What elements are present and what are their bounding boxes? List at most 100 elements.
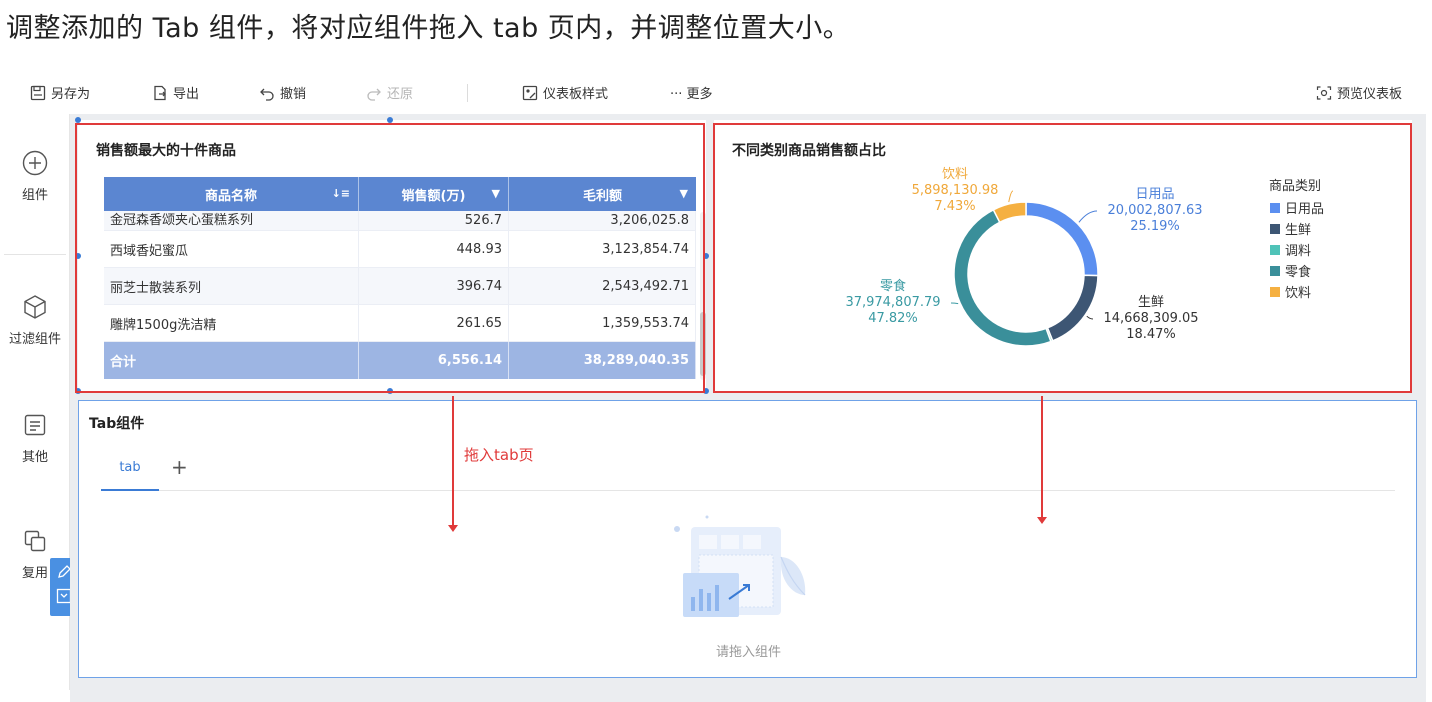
cell-name: 金冠森香颂夹心蛋糕系列 bbox=[104, 211, 359, 230]
empty-illustration-icon bbox=[674, 515, 806, 617]
cell-sales: 526.7 bbox=[359, 211, 509, 230]
export-label: 导出 bbox=[173, 87, 200, 102]
donut-label-value: 37,974,807.79 bbox=[845, 295, 941, 310]
donut-label-percent: 18.47% bbox=[1126, 327, 1176, 342]
donut-label-category: 零食 bbox=[879, 279, 906, 294]
total-label: 合计 bbox=[104, 342, 359, 379]
donut-label-percent: 47.82% bbox=[868, 311, 918, 326]
table-row[interactable]: 西域香妃蜜瓜 448.93 3,123,854.74 bbox=[104, 231, 696, 268]
cell-name: 丽芝士散装系列 bbox=[104, 268, 359, 304]
legend-label: 生鲜 bbox=[1285, 223, 1312, 238]
table-widget-title: 销售额最大的十件商品 bbox=[96, 143, 236, 159]
donut-label-percent: 25.19% bbox=[1130, 219, 1180, 234]
sort-icon[interactable]: ↓≡ bbox=[332, 187, 350, 200]
preview-icon bbox=[1316, 85, 1332, 100]
legend-item-日用品[interactable]: 日用品 bbox=[1270, 198, 1324, 217]
header-sales: 销售额(万) bbox=[401, 188, 466, 204]
resize-handle[interactable] bbox=[75, 253, 81, 259]
dropdown-icon[interactable]: ▼ bbox=[680, 187, 688, 200]
resize-handle[interactable] bbox=[75, 388, 81, 394]
panel-item-label: 其他 bbox=[21, 450, 48, 465]
donut-label-生鲜: 生鲜 14,668,309.05 18.47% bbox=[1071, 295, 1231, 343]
legend-item-饮料[interactable]: 饮料 bbox=[1270, 282, 1311, 301]
annotation-arrow-left bbox=[448, 396, 458, 532]
add-tab-button[interactable]: + bbox=[171, 457, 188, 477]
resize-handle[interactable] bbox=[703, 253, 709, 259]
legend-label: 调料 bbox=[1285, 244, 1312, 259]
legend-swatch bbox=[1270, 244, 1280, 255]
preview-dashboard-button[interactable]: 预览仪表板 bbox=[1316, 83, 1402, 102]
resize-handle[interactable] bbox=[703, 388, 709, 394]
copy-icon bbox=[24, 530, 46, 552]
toolbar: 另存为 导出 撤销 还原 仪表板样式 ··· 更多 预览仪表板 bbox=[0, 70, 1432, 114]
donut-label-零食: 零食 37,974,807.79 47.82% bbox=[813, 279, 973, 327]
resize-handle[interactable] bbox=[387, 117, 393, 123]
total-sales: 6,556.14 bbox=[359, 342, 509, 379]
table-row[interactable]: 金冠森香颂夹心蛋糕系列 526.7 3,206,025.8 bbox=[104, 211, 696, 231]
table-header-cell[interactable]: 毛利额 ▼ bbox=[509, 177, 696, 211]
tab-component-title: Tab组件 bbox=[89, 416, 145, 432]
undo-label: 撤销 bbox=[280, 87, 307, 102]
table-scrollbar[interactable] bbox=[700, 212, 706, 380]
resize-handle[interactable] bbox=[387, 388, 393, 394]
more-button[interactable]: ··· 更多 bbox=[670, 83, 713, 102]
redo-icon bbox=[367, 88, 381, 101]
tab-item[interactable]: tab bbox=[101, 453, 159, 491]
table-row[interactable]: 丽芝士散装系列 396.74 2,543,492.71 bbox=[104, 268, 696, 305]
sales-table: 商品名称 ↓≡ 销售额(万) ▼ 毛利额 ▼ 金冠森香颂夹心蛋糕系列 526.7 3,… bbox=[104, 177, 696, 379]
preview-dashboard-label: 预览仪表板 bbox=[1337, 87, 1403, 102]
resize-handle[interactable] bbox=[75, 117, 81, 123]
tab-bar: tab + bbox=[101, 453, 1395, 491]
donut-label-category: 日用品 bbox=[1135, 187, 1175, 202]
cell-profit: 2,543,492.71 bbox=[509, 268, 696, 304]
save-as-label: 另存为 bbox=[51, 87, 91, 102]
panel-item-filter-components[interactable]: 过滤组件 bbox=[0, 294, 70, 347]
header-profit: 毛利额 bbox=[582, 188, 622, 204]
panel-item-others[interactable]: 其他 bbox=[0, 412, 70, 465]
tab-component[interactable]: Tab组件 tab + 请拖入组件 bbox=[78, 400, 1417, 678]
cell-sales: 396.74 bbox=[359, 268, 509, 304]
instruction-text: 调整添加的 Tab 组件，将对应组件拖入 tab 页内，并调整位置大小。 bbox=[6, 13, 851, 44]
donut-label-category: 饮料 bbox=[941, 167, 968, 182]
export-icon bbox=[154, 85, 166, 100]
legend-label: 零食 bbox=[1285, 265, 1312, 280]
legend-label: 饮料 bbox=[1285, 286, 1312, 301]
legend-item-调料[interactable]: 调料 bbox=[1270, 240, 1311, 259]
export-button[interactable]: 导出 bbox=[152, 83, 199, 102]
filter-icon[interactable]: ▼ bbox=[492, 187, 500, 200]
donut-label-饮料: 饮料 5,898,130.98 7.43% bbox=[875, 167, 1035, 215]
table-header-cell[interactable]: 销售额(万) ▼ bbox=[359, 177, 509, 211]
dashboard-style-button[interactable]: 仪表板样式 bbox=[522, 83, 608, 102]
component-panel: 组件 过滤组件 其他 复用 bbox=[0, 114, 78, 690]
save-icon bbox=[30, 85, 46, 100]
legend-item-零食[interactable]: 零食 bbox=[1270, 261, 1311, 280]
undo-icon bbox=[260, 88, 274, 101]
cell-name: 西域香妃蜜瓜 bbox=[104, 231, 359, 267]
save-as-button[interactable]: 另存为 bbox=[30, 83, 90, 102]
annotation-arrow-right bbox=[1037, 396, 1047, 524]
legend-label: 日用品 bbox=[1285, 202, 1325, 217]
dashboard-style-label: 仪表板样式 bbox=[543, 87, 609, 102]
legend-swatch bbox=[1270, 223, 1280, 234]
redo-button[interactable]: 还原 bbox=[366, 83, 413, 102]
cell-sales: 261.65 bbox=[359, 305, 509, 341]
cell-profit: 3,206,025.8 bbox=[509, 211, 696, 230]
legend-item-生鲜[interactable]: 生鲜 bbox=[1270, 219, 1311, 238]
table-header-cell[interactable]: 商品名称 ↓≡ bbox=[104, 177, 359, 211]
cube-icon bbox=[24, 295, 46, 319]
scrollbar-thumb[interactable] bbox=[700, 312, 706, 376]
legend-swatch bbox=[1270, 202, 1280, 213]
table-total-row: 合计 6,556.14 38,289,040.35 bbox=[104, 342, 696, 379]
dashboard-editor: 另存为 导出 撤销 还原 仪表板样式 ··· 更多 预览仪表板 组件 过滤组件 … bbox=[0, 70, 1432, 702]
cell-sales: 448.93 bbox=[359, 231, 509, 267]
legend-swatch bbox=[1270, 286, 1280, 297]
cell-name: 雕牌1500g洗洁精 bbox=[104, 305, 359, 341]
plus-circle-icon bbox=[22, 150, 48, 176]
donut-label-value: 5,898,130.98 bbox=[911, 183, 999, 198]
undo-button[interactable]: 撤销 bbox=[259, 83, 306, 102]
table-widget[interactable]: 销售额最大的十件商品 商品名称 ↓≡ 销售额(万) ▼ 毛利额 ▼ 金冠森香颂夹心蛋糕… bbox=[78, 120, 706, 392]
cell-profit: 3,123,854.74 bbox=[509, 231, 696, 267]
canvas-bottom bbox=[70, 690, 1426, 702]
table-row[interactable]: 雕牌1500g洗洁精 261.65 1,359,553.74 bbox=[104, 305, 696, 342]
panel-item-components[interactable]: 组件 bbox=[0, 150, 70, 203]
